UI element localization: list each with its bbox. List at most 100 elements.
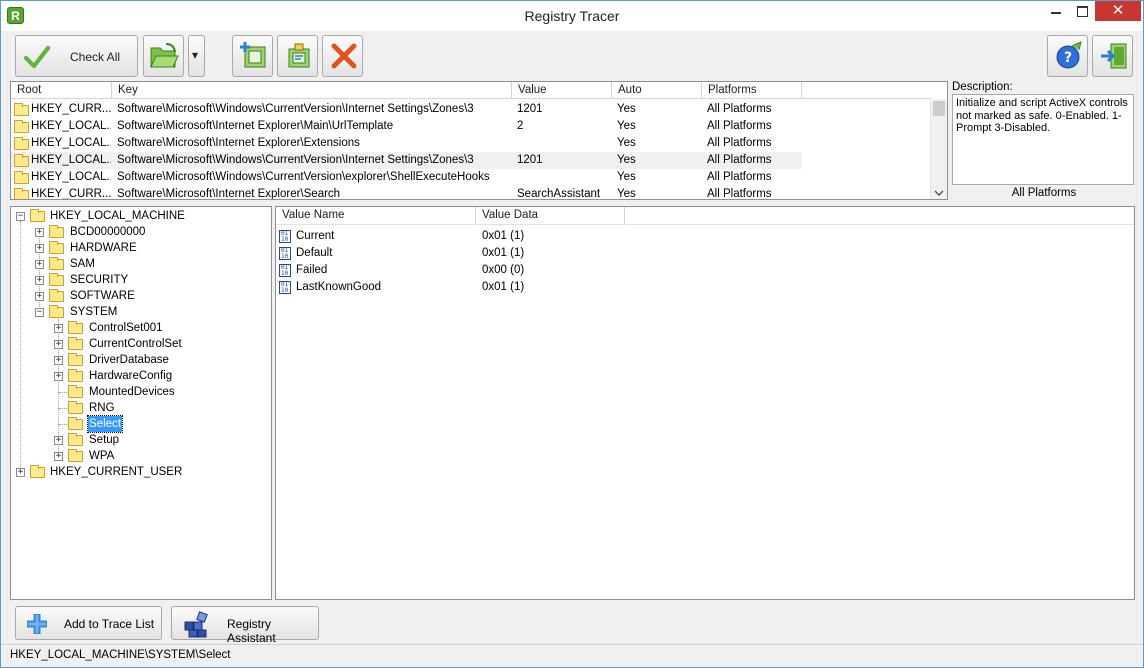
scroll-down-arrow-icon[interactable] [934,190,944,196]
help-button[interactable]: ? [1047,35,1088,77]
trace-list-table[interactable]: Root Key Value Auto Platforms HKEY_CURR.… [10,81,948,200]
expand-icon[interactable]: + [54,324,63,333]
open-dropdown-button[interactable]: ▾ [188,35,205,77]
tree-label: HKEY_CURRENT_USER [50,466,183,478]
value-name: LastKnownGood [296,281,382,293]
tree-label: SOFTWARE [70,290,135,302]
folder-icon [49,241,64,254]
cell-root: HKEY_CURR... [31,188,111,200]
folder-icon [49,289,64,302]
collapse-icon[interactable]: − [16,212,25,221]
cell-value: 1201 [517,103,543,115]
column-header-key[interactable]: Key [112,82,512,99]
cell-platforms: All Platforms [707,103,772,115]
close-button[interactable]: ✕ [1095,1,1141,21]
expand-icon[interactable]: + [54,340,63,349]
maximize-button[interactable] [1069,1,1095,21]
open-button[interactable] [143,35,184,77]
edit-key-icon [288,43,310,68]
add-to-trace-list-button[interactable]: Add to Trace List [15,606,162,640]
folder-icon [49,273,64,286]
title-bar: R Registry Tracer ✕ [1,1,1143,31]
table-row[interactable]: HKEY_CURR... Software\Microsoft\Internet… [11,186,931,200]
table-row[interactable]: HKEY_CURR... Software\Microsoft\Windows\… [11,101,931,118]
column-header-value[interactable]: Value [512,82,612,99]
tree-label: Setup [89,434,120,446]
registry-assistant-label: Registry Assistant [227,617,276,645]
registry-tree[interactable]: − HKEY_LOCAL_MACHINE + BCD00000000 + HAR… [10,206,272,600]
scrollbar-thumb[interactable] [933,101,945,116]
binary-value-icon [279,264,291,277]
svg-text:?: ? [1064,50,1072,66]
cell-value: 2 [517,120,524,132]
tree-label: DriverDatabase [89,354,169,366]
exit-door-icon [1101,43,1127,69]
tree-label: BCD00000000 [70,226,146,238]
binary-value-icon [279,230,291,243]
expand-icon[interactable]: + [35,244,44,253]
cell-key: Software\Microsoft\Windows\CurrentVersio… [117,171,490,183]
expand-icon[interactable]: + [54,356,63,365]
table-row[interactable]: HKEY_LOCAL... Software\Microsoft\Interne… [11,135,931,152]
cell-platforms: All Platforms [707,188,772,200]
list-item[interactable]: LastKnownGood 0x01 (1) [276,279,876,296]
collapse-icon[interactable]: − [35,308,44,317]
description-label: Description: [952,81,1013,93]
value-name: Default [296,247,333,259]
folder-icon [49,257,64,270]
exit-button[interactable] [1092,35,1133,77]
expand-icon[interactable]: + [35,292,44,301]
expand-icon[interactable]: + [54,372,63,381]
expand-icon[interactable]: + [16,468,25,477]
binary-value-icon [279,281,291,294]
table-row[interactable]: HKEY_LOCAL... Software\Microsoft\Interne… [11,118,931,135]
tree-label: ControlSet001 [89,322,163,334]
column-header-value-name[interactable]: Value Name [276,207,476,225]
folder-icon [14,137,29,150]
folder-icon [14,154,29,167]
folder-icon [68,321,83,334]
cell-auto: Yes [617,188,636,200]
column-header-platforms[interactable]: Platforms [702,82,802,99]
registry-assistant-button[interactable]: Registry Assistant [171,606,319,645]
expand-icon[interactable]: + [35,228,44,237]
column-header-auto[interactable]: Auto [612,82,702,99]
check-all-button[interactable]: Check All [15,35,138,77]
expand-icon[interactable]: + [35,276,44,285]
tree-label: SYSTEM [70,306,118,318]
minimize-button[interactable] [1043,1,1069,21]
add-key-icon [240,42,266,68]
cell-key: Software\Microsoft\Internet Explorer\Sea… [117,188,341,200]
delete-button[interactable] [322,35,363,77]
cell-auto: Yes [617,154,636,166]
status-path: HKEY_LOCAL_MACHINE\SYSTEM\Select [10,649,231,661]
description-text[interactable]: Initialize and script ActiveX controls n… [952,94,1134,185]
tree-line [59,424,67,425]
values-list[interactable]: Value Name Value Data Current 0x01 (1) D… [275,206,1135,600]
value-data: 0x01 (1) [482,247,525,259]
expand-icon[interactable]: + [54,436,63,445]
expand-icon[interactable]: + [35,260,44,269]
table-row-selected[interactable]: HKEY_LOCAL... Software\Microsoft\Windows… [11,152,802,169]
trace-list-scrollbar[interactable] [930,99,947,199]
folder-icon [14,171,29,184]
folder-icon [14,188,29,199]
binary-value-icon [279,247,291,260]
cell-platforms: All Platforms [707,137,772,149]
edit-key-button[interactable] [277,35,318,77]
help-icon: ? [1056,41,1082,69]
column-header-root[interactable]: Root [11,82,112,99]
value-name: Current [296,230,335,242]
table-row[interactable]: HKEY_LOCAL... Software\Microsoft\Windows… [11,169,931,186]
list-item[interactable]: Failed 0x00 (0) [276,262,876,279]
list-item[interactable]: Default 0x01 (1) [276,245,876,262]
cell-key: Software\Microsoft\Windows\CurrentVersio… [117,103,474,115]
tree-label: MountedDevices [89,386,175,398]
expand-icon[interactable]: + [54,452,63,461]
list-item[interactable]: Current 0x01 (1) [276,228,876,245]
cell-auto: Yes [617,103,636,115]
add-key-button[interactable] [232,35,273,77]
column-header-value-data[interactable]: Value Data [476,207,625,225]
folder-icon [68,449,83,462]
add-to-trace-list-label: Add to Trace List [64,617,155,631]
